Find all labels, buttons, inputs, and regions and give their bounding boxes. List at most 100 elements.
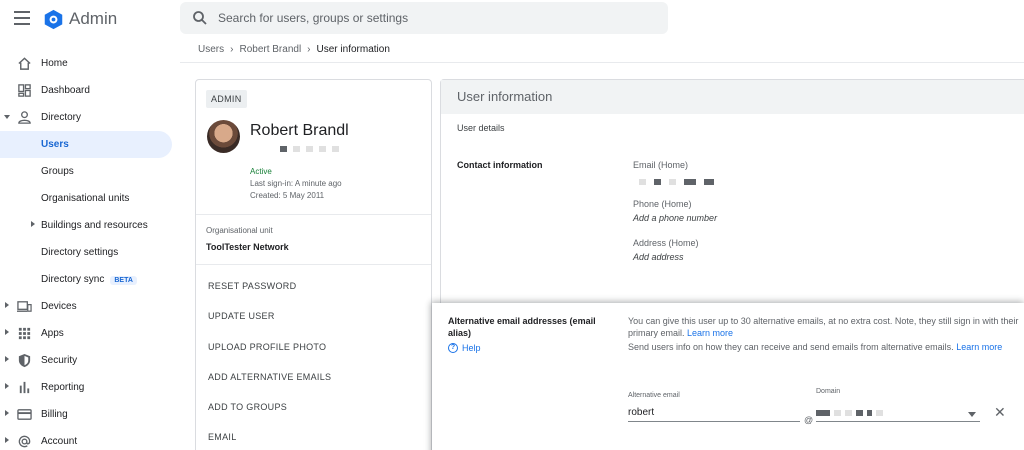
chevron-right-icon[interactable] <box>5 437 9 443</box>
person-icon <box>18 111 31 124</box>
phone-label: Phone (Home) <box>633 199 692 209</box>
app-title: Admin <box>69 9 118 28</box>
alt-email-input[interactable] <box>628 404 800 422</box>
sidebar-item-directory-settings[interactable]: Directory settings <box>0 239 172 266</box>
org-unit-value: ToolTester Network <box>206 242 289 252</box>
sidebar-item-billing[interactable]: Billing <box>0 401 172 428</box>
created-date: Created: 5 May 2011 <box>250 191 325 200</box>
search-icon <box>193 11 207 25</box>
breadcrumb-current: User information <box>316 44 390 55</box>
add-phone-link[interactable]: Add a phone number <box>633 213 717 223</box>
description-text-2: Send users info on how they can receive … <box>628 342 954 352</box>
sidebar-item-users[interactable]: Users <box>0 131 172 158</box>
sidebar-item-label: Home <box>41 58 68 69</box>
sidebar-item-security[interactable]: Security <box>0 347 172 374</box>
email-label: Email (Home) <box>633 160 689 170</box>
learn-more-link[interactable]: Learn more <box>687 328 733 338</box>
learn-more-link[interactable]: Learn more <box>956 342 1002 352</box>
redacted-email <box>639 179 714 185</box>
panel-header: User information <box>441 80 1024 114</box>
email-button[interactable]: EMAIL <box>208 432 237 442</box>
user-details-link[interactable]: User details <box>457 123 505 133</box>
user-name: Robert Brandl <box>250 122 349 139</box>
menu-icon[interactable] <box>14 11 30 25</box>
sidebar-item-label: Apps <box>41 328 64 339</box>
sidebar-item-label: Reporting <box>41 382 85 393</box>
bar-chart-icon <box>19 381 30 394</box>
chevron-down-icon <box>968 412 976 417</box>
sidebar-item-dashboard[interactable]: Dashboard <box>0 77 172 104</box>
sidebar-item-reporting[interactable]: Reporting <box>0 374 172 401</box>
sidebar-item-devices[interactable]: Devices <box>0 293 172 320</box>
beta-badge: BETA <box>110 276 137 285</box>
dialog-title: Alternative email addresses (email alias… <box>448 316 596 338</box>
sidebar-item-home[interactable]: Home <box>0 50 172 77</box>
user-profile-card: ADMIN Robert Brandl Active Last sign-in:… <box>195 79 432 450</box>
sidebar-item-label: Groups <box>41 166 74 177</box>
chevron-right-icon[interactable] <box>5 356 9 362</box>
add-alternative-emails-button[interactable]: ADD ALTERNATIVE EMAILS <box>208 372 331 382</box>
breadcrumb-users[interactable]: Users <box>198 44 224 55</box>
sidebar-item-directory[interactable]: Directory <box>0 104 172 131</box>
avatar <box>207 120 240 153</box>
sidebar-item-label: Billing <box>41 409 68 420</box>
breadcrumb-user[interactable]: Robert Brandl <box>239 44 301 55</box>
sidebar-item-buildings-and-resources[interactable]: Buildings and resources <box>0 212 172 239</box>
sidebar-item-apps[interactable]: Apps <box>0 320 172 347</box>
breadcrumb-separator: › <box>230 44 234 55</box>
help-link[interactable]: ? Help <box>448 343 481 353</box>
help-icon: ? <box>448 343 458 353</box>
at-sign-icon <box>18 435 31 448</box>
description-text: Send users info on how they can receive … <box>628 341 1020 353</box>
dashboard-icon <box>18 84 31 97</box>
add-to-groups-button[interactable]: ADD TO GROUPS <box>208 402 287 412</box>
admin-console: Admin Search for users, groups or settin… <box>0 0 1024 450</box>
domain-select[interactable] <box>816 404 980 422</box>
contact-information-heading: Contact information <box>457 160 543 170</box>
sidebar-item-label: Security <box>41 355 78 366</box>
chevron-right-icon[interactable] <box>5 302 9 308</box>
reset-password-button[interactable]: RESET PASSWORD <box>208 281 296 291</box>
sidebar-item-directory-sync[interactable]: Directory sync BETA <box>0 266 172 293</box>
alternative-emails-dialog: Alternative email addresses (email alias… <box>432 303 1024 450</box>
add-address-link[interactable]: Add address <box>633 252 684 262</box>
sidebar-item-label: Organisational units <box>41 193 130 204</box>
devices-icon <box>17 301 32 312</box>
chevron-down-icon[interactable] <box>4 115 10 119</box>
last-signin: Last sign-in: A minute ago <box>250 179 342 188</box>
sidebar-item-organisational-units[interactable]: Organisational units <box>0 185 172 212</box>
org-unit-label: Organisational unit <box>206 226 273 235</box>
domain-label: Domain <box>816 388 841 395</box>
chevron-right-icon[interactable] <box>5 329 9 335</box>
sidebar-item-text: Directory sync <box>41 274 105 285</box>
header-divider <box>180 62 1024 63</box>
alt-email-label: Alternative email <box>628 392 680 399</box>
role-badge: ADMIN <box>206 90 247 108</box>
apps-grid-icon <box>18 327 31 340</box>
home-icon <box>18 57 31 70</box>
sidebar-item-label: Dashboard <box>41 85 90 96</box>
sidebar-item-label: Devices <box>41 301 77 312</box>
update-user-button[interactable]: UPDATE USER <box>208 311 275 321</box>
description-text: You can give this user up to 30 alternat… <box>628 315 1020 339</box>
sidebar-item-label: Buildings and resources <box>41 220 148 231</box>
breadcrumb: Users › Robert Brandl › User information <box>198 44 390 55</box>
chevron-right-icon[interactable] <box>5 410 9 416</box>
divider <box>196 214 431 215</box>
chevron-right-icon[interactable] <box>5 383 9 389</box>
sidebar-item-label: Directory <box>41 112 82 123</box>
search-bar[interactable]: Search for users, groups or settings <box>180 2 668 34</box>
redacted-email <box>280 146 339 152</box>
upload-profile-photo-button[interactable]: UPLOAD PROFILE PHOTO <box>208 342 326 352</box>
credit-card-icon <box>17 409 32 420</box>
sidebar-item-account[interactable]: Account <box>0 428 172 450</box>
address-label: Address (Home) <box>633 238 699 248</box>
search-placeholder[interactable]: Search for users, groups or settings <box>218 11 408 25</box>
chevron-right-icon[interactable] <box>31 221 35 227</box>
breadcrumb-separator: › <box>307 44 311 55</box>
at-symbol: @ <box>804 415 814 425</box>
sidebar-item-groups[interactable]: Groups <box>0 158 172 185</box>
help-label: Help <box>462 343 481 353</box>
close-icon[interactable]: ✕ <box>994 404 1006 421</box>
panel-title: User information <box>457 89 553 104</box>
